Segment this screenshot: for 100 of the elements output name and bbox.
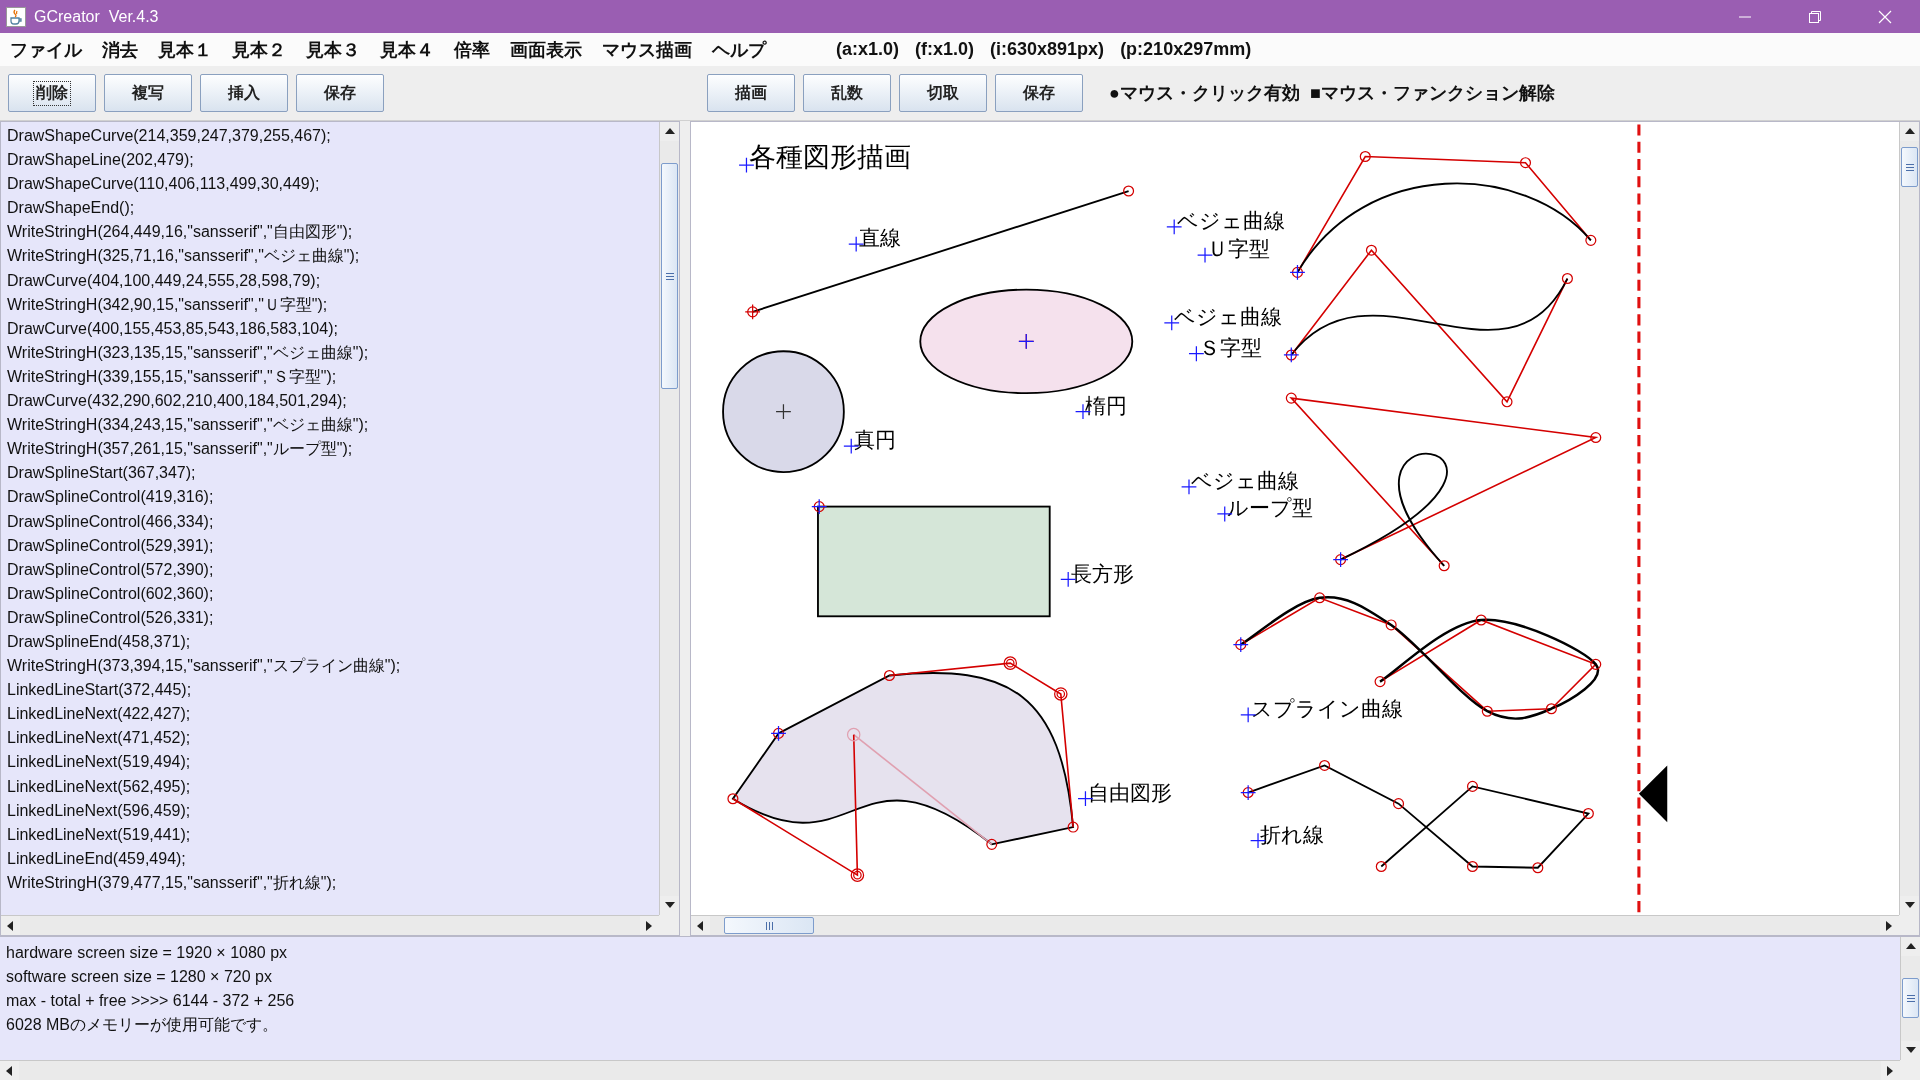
grip-icon <box>1904 162 1915 172</box>
horizontal-scrollbar[interactable] <box>0 1060 1900 1080</box>
code-line: WriteStringH(379,477,15,"sansserif","折れ線"); <box>7 872 338 893</box>
code-line: LinkedLineNext(596,459); <box>7 800 192 821</box>
code-line: DrawSplineControl(419,316); <box>7 487 215 508</box>
console-line: software screen size = 1280 × 720 px <box>6 967 273 987</box>
toolbar-button[interactable]: 複写 <box>104 74 192 112</box>
info-text: (a:x1.0) <box>836 39 900 60</box>
grip-icon <box>1905 993 1916 1003</box>
toolbar-button[interactable]: 挿入 <box>200 74 288 112</box>
vertical-scrollbar[interactable] <box>659 122 679 915</box>
shape-label: 直線 <box>858 226 901 251</box>
shape-label: 楕円 <box>1085 393 1128 418</box>
scroll-thumb[interactable] <box>661 163 678 389</box>
legend-text: ●マウス・クリック有効 <box>1109 82 1300 105</box>
menu-item[interactable]: 見本４ <box>370 37 444 62</box>
console-line: 6028 MBのメモリーが使用可能です。 <box>6 1015 280 1035</box>
scroll-left-button[interactable] <box>1 916 20 935</box>
scroll-down-button[interactable] <box>1900 896 1919 915</box>
code-line: DrawCurve(432,290,602,210,400,184,501,294); <box>7 391 348 412</box>
legend-text: ■マウス・ファンクション解除 <box>1309 82 1555 105</box>
menu-item[interactable]: 見本２ <box>222 37 296 62</box>
app-icon <box>6 6 26 27</box>
info-text: (f:x1.0) <box>915 39 975 60</box>
shape-label: Ｕ字型 <box>1207 237 1271 262</box>
shape-label: 長方形 <box>1070 561 1134 586</box>
anchor-cross-icon <box>1197 247 1214 264</box>
code-line: DrawSplineControl(602,360); <box>7 583 215 604</box>
code-line: WriteStringH(334,243,15,"sansserif","ベジェ曲線"); <box>7 415 370 436</box>
toolbar-button[interactable]: 切取 <box>899 74 987 112</box>
drawing-canvas[interactable]: 各種図形描画 直線 楕円 真円 長方形 自由図形 ベジェ曲線 Ｕ字型 ベジェ曲線 Ｓ字型 ベジェ曲線 ループ型 スプライン曲線 折れ線 <box>691 122 1899 915</box>
window-title: GCreator Ver.4.3 <box>34 7 160 26</box>
grip-icon <box>664 271 675 281</box>
code-line: LinkedLineNext(422,427); <box>7 704 192 725</box>
menu-item[interactable]: 見本３ <box>296 37 370 62</box>
code-line: DrawCurve(400,155,453,85,543,186,583,104); <box>7 318 339 339</box>
canvas-title: 各種図形描画 <box>748 141 911 173</box>
scroll-up-button[interactable] <box>1900 122 1919 141</box>
code-line: DrawShapeEnd(); <box>7 198 136 219</box>
shape-label: 自由図形 <box>1087 780 1172 805</box>
horizontal-scrollbar[interactable] <box>1 915 659 935</box>
code-line: DrawSplineControl(529,391); <box>7 535 215 556</box>
toolbar-button[interactable]: 描画 <box>707 74 795 112</box>
menu-item[interactable]: 画面表示 <box>500 37 592 62</box>
code-line: DrawShapeCurve(214,359,247,379,255,467); <box>7 126 332 146</box>
triangle-marker-icon[interactable] <box>1638 765 1668 823</box>
scroll-up-button[interactable] <box>660 122 679 141</box>
scroll-thumb[interactable] <box>724 917 814 934</box>
scroll-down-button[interactable] <box>660 896 679 915</box>
minimize-icon <box>1738 15 1752 18</box>
horizontal-scrollbar[interactable] <box>691 915 1899 935</box>
code-line: LinkedLineNext(519,494); <box>7 752 192 773</box>
menu-item[interactable]: 倍率 <box>444 37 500 62</box>
code-line: WriteStringH(357,261,15,"sansserif","ループ型"); <box>7 439 354 460</box>
code-line: WriteStringH(373,394,15,"sansserif","スプライン曲線"); <box>7 656 402 677</box>
vertical-scrollbar[interactable] <box>1900 937 1920 1060</box>
shape-label: 真円 <box>853 428 896 453</box>
restore-icon <box>1808 9 1822 24</box>
menu-item[interactable]: 消去 <box>92 37 148 62</box>
scroll-up-button[interactable] <box>1901 937 1920 956</box>
code-editor[interactable] <box>1 122 659 915</box>
code-line: DrawShapeCurve(110,406,113,499,30,449); <box>7 174 321 195</box>
code-line: LinkedLineEnd(459,494); <box>7 848 187 869</box>
scroll-right-button[interactable] <box>640 916 659 935</box>
grip-icon <box>764 920 774 931</box>
code-line: WriteStringH(342,90,15,"sansserif","Ｕ字型"); <box>7 294 329 315</box>
menu-item[interactable]: ファイル <box>0 37 92 62</box>
scroll-left-button[interactable] <box>691 916 710 935</box>
shape-label: ベジェ曲線 <box>1176 209 1285 233</box>
code-line: DrawShapeLine(202,479); <box>7 150 195 171</box>
vertical-scrollbar[interactable] <box>1899 122 1919 915</box>
scroll-left-button[interactable] <box>0 1061 19 1080</box>
code-line: DrawCurve(404,100,449,24,555,28,598,79); <box>7 270 322 291</box>
menu-item[interactable]: 見本１ <box>148 37 222 62</box>
code-line: LinkedLineNext(562,495); <box>7 776 192 797</box>
toolbar-button[interactable]: 削除 <box>8 74 96 112</box>
code-line: DrawSplineControl(466,334); <box>7 511 215 532</box>
scroll-thumb[interactable] <box>1901 147 1918 187</box>
anchor-cross-icon <box>1188 345 1205 362</box>
toolbar-button[interactable]: 保存 <box>296 74 384 112</box>
toolbar-button[interactable]: 乱数 <box>803 74 891 112</box>
code-line: LinkedLineNext(471,452); <box>7 728 192 749</box>
console-line: hardware screen size = 1920 × 1080 px <box>6 943 289 963</box>
code-line: LinkedLineNext(519,441); <box>7 824 192 845</box>
menu-item[interactable]: ヘルプ <box>702 37 776 62</box>
shape-label: スプライン曲線 <box>1250 697 1403 722</box>
code-line: WriteStringH(325,71,16,"sansserif","ベジェ曲線"); <box>7 246 361 267</box>
menu-item[interactable]: マウス描画 <box>592 37 702 62</box>
info-text: (p:210x297mm) <box>1120 39 1252 60</box>
scroll-down-button[interactable] <box>1901 1041 1920 1060</box>
code-line: WriteStringH(323,135,15,"sansserif","ベジェ曲線"); <box>7 342 370 363</box>
shape-label: ベジェ曲線 <box>1191 469 1300 494</box>
code-line: DrawSplineControl(572,390); <box>7 559 215 580</box>
scroll-thumb[interactable] <box>1902 978 1919 1018</box>
scroll-right-button[interactable] <box>1881 1061 1900 1080</box>
scroll-right-button[interactable] <box>1880 916 1899 935</box>
shape-label: Ｓ字型 <box>1198 335 1262 360</box>
toolbar-button[interactable]: 保存 <box>995 74 1083 112</box>
shape-label: ループ型 <box>1227 496 1314 521</box>
close-icon <box>1878 9 1892 24</box>
